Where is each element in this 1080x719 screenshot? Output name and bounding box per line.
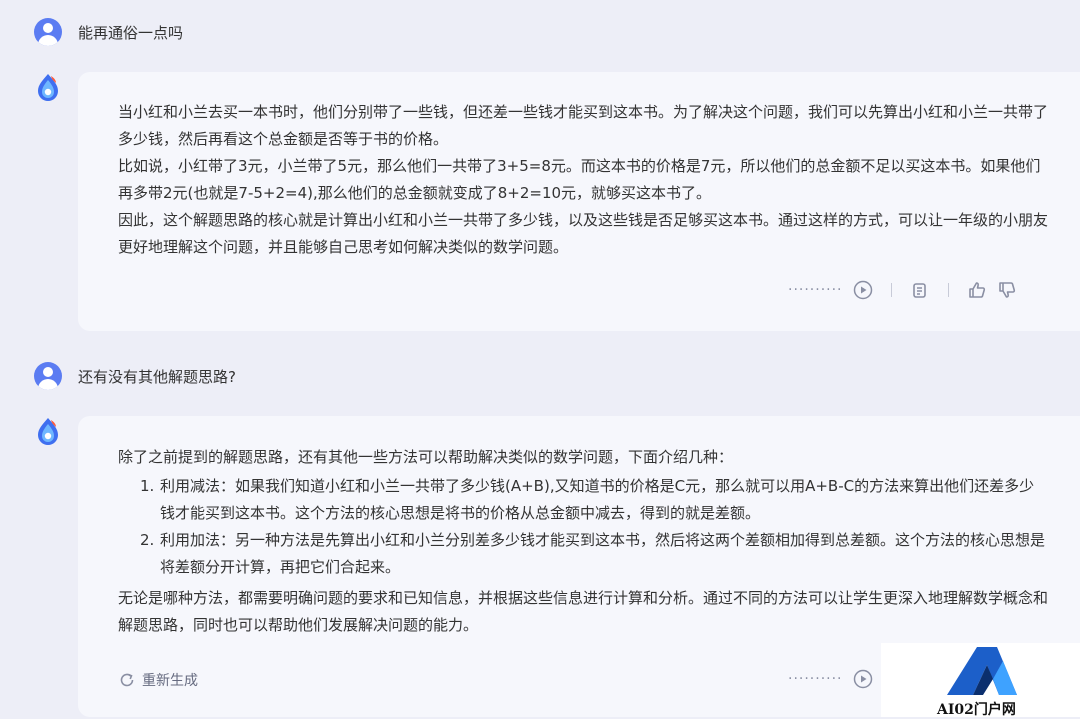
brand-text: AI02门户网 — [937, 702, 1016, 718]
user-avatar — [34, 18, 62, 46]
user-message-text: 还有没有其他解题思路? — [78, 368, 236, 386]
user-message-text: 能再通俗一点吗 — [78, 24, 184, 42]
divider — [947, 283, 949, 297]
list-item-text: 利用加法：另一种方法是先算出小红和小兰分别差多少钱才能买到这本书，然后将这两个差… — [160, 531, 1046, 576]
audio-waveform: ·········· — [788, 282, 843, 298]
refresh-icon — [120, 673, 134, 687]
divider — [890, 283, 892, 297]
regenerate-label: 重新生成 — [142, 673, 198, 689]
user-message-2: 还有没有其他解题思路? — [0, 354, 1080, 398]
thumbs-down-icon[interactable] — [997, 280, 1017, 300]
assistant-avatar — [38, 74, 58, 101]
assistant-message-body: 当小红和小兰去买一本书时，他们分别带了一些钱，但还差一些钱才能买到这本书。为了解… — [118, 99, 1048, 261]
list-item-text: 利用减法：如果我们知道小红和小兰一共带了多少钱(A+B),又知道书的价格是C元，… — [160, 477, 1035, 522]
brand-logo: AI02门户网 — [881, 643, 1080, 718]
assistant-avatar — [38, 418, 58, 445]
logo-icon — [947, 647, 1017, 695]
message-actions: ·········· — [788, 280, 1017, 300]
answer-paragraph: 当小红和小兰去买一本书时，他们分别带了一些钱，但还差一些钱才能买到这本书。为了解… — [118, 103, 1049, 148]
user-avatar — [34, 362, 62, 390]
play-icon[interactable] — [853, 280, 873, 300]
answer-paragraph: 比如说，小红带了3元，小兰带了5元，那么他们一共带了3+5=8元。而这本书的价格… — [118, 157, 1041, 202]
copy-icon[interactable] — [910, 280, 930, 300]
list-item-number: 1. — [140, 477, 155, 495]
answer-paragraph: 因此，这个解题思路的核心就是计算出小红和小兰一共带了多少钱，以及这些钱是否足够买… — [118, 211, 1049, 256]
method-list: 1. 利用减法：如果我们知道小红和小兰一共带了多少钱(A+B),又知道书的价格是… — [118, 473, 1048, 581]
user-message-1: 能再通俗一点吗 — [0, 10, 1080, 54]
answer-conclusion: 无论是哪种方法，都需要明确问题的要求和已知信息，并根据这些信息进行计算和分析。通… — [118, 589, 1049, 634]
assistant-message-body: 除了之前提到的解题思路，还有其他一些方法可以帮助解决类似的数学问题，下面介绍几种… — [118, 444, 1048, 639]
list-item: 2. 利用加法：另一种方法是先算出小红和小兰分别差多少钱才能买到这本书，然后将这… — [118, 527, 1048, 581]
message-actions: ·········· — [788, 669, 873, 689]
assistant-message-1: 当小红和小兰去买一本书时，他们分别带了一些钱，但还差一些钱才能买到这本书。为了解… — [78, 72, 1080, 331]
audio-waveform: ·········· — [788, 671, 843, 687]
list-item-number: 2. — [140, 531, 155, 549]
list-item: 1. 利用减法：如果我们知道小红和小兰一共带了多少钱(A+B),又知道书的价格是… — [118, 473, 1048, 527]
play-icon[interactable] — [853, 669, 873, 689]
regenerate-button[interactable]: 重新生成 — [118, 670, 198, 690]
thumbs-up-icon[interactable] — [967, 280, 987, 300]
answer-intro: 除了之前提到的解题思路，还有其他一些方法可以帮助解决类似的数学问题，下面介绍几种… — [118, 448, 734, 466]
